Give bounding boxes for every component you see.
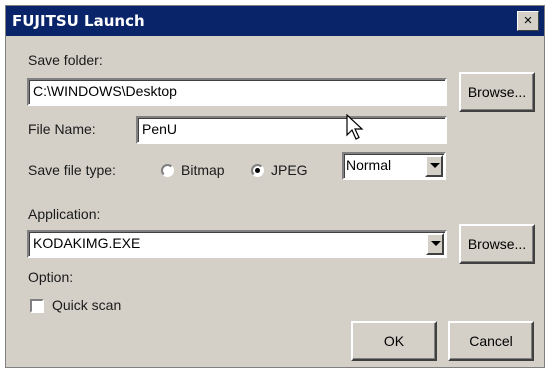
title-bar[interactable]: FUJITSU Launch × [6,6,544,36]
save-file-type-label: Save file type: [28,162,116,178]
save-folder-browse-button[interactable]: Browse... [459,72,535,112]
ok-button-label: OK [383,333,405,349]
file-name-label: File Name: [28,121,96,137]
application-browse-button[interactable]: Browse... [459,224,535,264]
save-folder-browse-label: Browse... [467,84,527,100]
save-folder-input[interactable]: C:\WINDOWS\Desktop [27,78,447,106]
window-title: FUJITSU Launch [12,12,145,30]
fujitsu-launch-dialog: FUJITSU Launch × Save folder: C:\WINDOWS… [5,5,545,368]
bitmap-radio[interactable] [161,164,174,177]
close-button[interactable]: × [517,11,539,31]
jpeg-quality-select[interactable]: Normal [342,152,446,180]
application-label: Application: [28,206,101,222]
ok-button[interactable]: OK [351,321,437,361]
application-select[interactable]: KODAKIMG.EXE [27,230,447,258]
application-browse-label: Browse... [467,236,527,252]
chevron-down-icon[interactable] [426,233,444,255]
close-icon: × [523,12,533,29]
mouse-pointer-icon [346,114,364,140]
jpeg-radio[interactable] [251,164,264,177]
quick-scan-checkbox[interactable] [30,299,44,313]
file-name-input[interactable]: PenU [136,116,447,144]
chevron-down-icon[interactable] [425,155,443,177]
bitmap-radio-label[interactable]: Bitmap [181,162,225,178]
quick-scan-label[interactable]: Quick scan [52,297,121,313]
cancel-button-label: Cancel [469,333,513,349]
save-folder-label: Save folder: [28,52,103,68]
file-name-value: PenU [142,121,178,137]
save-folder-value: C:\WINDOWS\Desktop [33,83,177,99]
jpeg-quality-value: Normal [346,157,392,173]
radio-selected-dot [255,168,260,173]
option-label: Option: [28,269,74,285]
jpeg-radio-label[interactable]: JPEG [271,162,308,178]
application-value: KODAKIMG.EXE [33,235,141,251]
cancel-button[interactable]: Cancel [448,321,534,361]
